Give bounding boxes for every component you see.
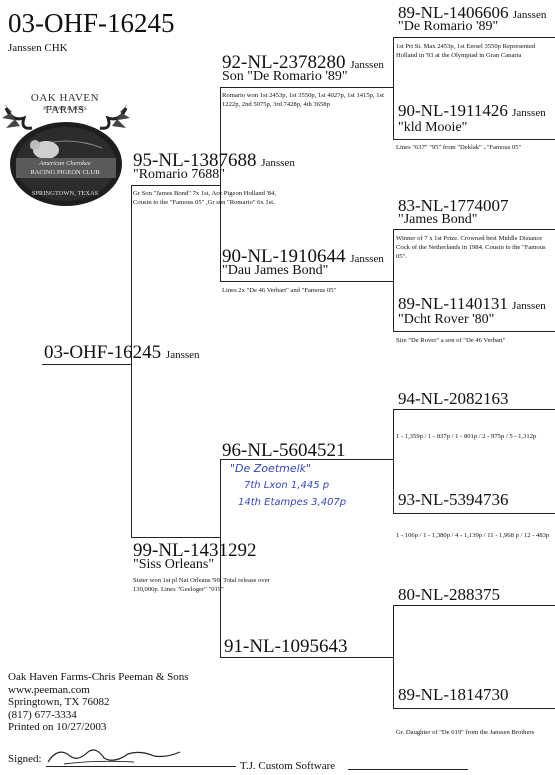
sdd-note: Sire "De Rover" a son of "De 46 Verbart" xyxy=(396,337,506,344)
handwritten-signature xyxy=(44,742,184,768)
ds-vertical xyxy=(393,410,394,514)
sire-note: Gr Son "James Bond" 7x 1st, Ace Pigeon H… xyxy=(133,190,277,206)
ssd-name: "kld Mooie" xyxy=(398,120,468,135)
dss-ring: 94-NL-2082163 xyxy=(398,389,509,408)
sdd-name: "Dcht Rover '80" xyxy=(398,312,495,327)
footer-contact: Oak Haven Farms-Chris Peeman & Sons www.… xyxy=(8,671,189,734)
ds-handwritten-result1: 7th Lxon 1,445 p xyxy=(244,480,330,491)
dsd-note: 1 - 106p / 1 - 1,380p / 4 - 1,139p / 11 … xyxy=(396,532,550,539)
logo-subtitle: PEEMAN & SONS xyxy=(43,106,87,112)
footer-address: Springtown, TX 76082 xyxy=(8,696,110,709)
ss-vertical xyxy=(393,38,394,140)
sd-vertical xyxy=(393,230,394,332)
dd-ring: 91-NL-1095643 xyxy=(224,636,348,657)
sd-underline xyxy=(220,281,394,282)
page-title: 03-OHF-16245 xyxy=(8,8,175,38)
footer-printed-date: Printed on 10/27/2003 xyxy=(8,721,107,734)
dss-note: 1 - 1,359p / 1 - 837p / 1 - 801p / 2 - 9… xyxy=(396,433,537,440)
software-credit: T.J. Custom Software xyxy=(240,760,336,772)
dds-ring: 80-NL-288375 xyxy=(398,585,500,604)
ssd-note: Lines "637" "95" from "Deklak" .."Famous… xyxy=(396,144,522,151)
dds-underline xyxy=(393,605,555,606)
dsd-underline xyxy=(393,513,555,514)
dd-vertical xyxy=(393,606,394,709)
sds-underline xyxy=(393,229,555,230)
dsd-ring: 93-NL-5394736 xyxy=(398,490,509,509)
ssd-strain: Janssen xyxy=(512,107,546,119)
sire-vertical xyxy=(220,88,221,281)
ddd-ring: 89-NL-1814730 xyxy=(398,685,509,704)
sdd-strain: Janssen xyxy=(512,300,546,312)
ddd-note: Gr. Daughter of "De 019" from the Jansse… xyxy=(396,729,535,736)
ss-name: Son "De Romario '89" xyxy=(222,69,348,84)
sss-underline xyxy=(393,37,555,38)
dam-note: Sister won 1st pl Nat Orleans '99. Total… xyxy=(133,577,270,593)
sire-underline xyxy=(131,185,221,186)
subject-strain: Janssen xyxy=(165,349,200,361)
signed-label: Signed: xyxy=(8,753,42,765)
ds-handwritten-name: "De Zoetmelk" xyxy=(230,462,312,475)
ddd-underline xyxy=(393,708,555,709)
sss-note: 1st Prt St. Max 2453p, 1st Eersel 3550p … xyxy=(396,43,536,59)
footer-phone: (817) 677-3334 xyxy=(8,708,77,721)
logo-band-line1: American Cherokee xyxy=(39,160,91,167)
sire-strain: Janssen xyxy=(261,157,295,169)
ssd-ring: 90-NL-1911426 Janssen xyxy=(398,101,546,120)
sds-note: Winner of 7 x 1st Prize. Crowned best Mi… xyxy=(396,235,546,260)
sd-strain: Janssen xyxy=(350,253,384,265)
ss-strain: Janssen xyxy=(350,59,384,71)
ds-ring: 96-NL-5604521 xyxy=(222,440,346,461)
logo-band-line2: RACING PIGEON CLUB xyxy=(30,169,100,176)
subject-underline xyxy=(42,364,132,365)
dam-underline xyxy=(131,537,221,538)
dam-name: "Siss Orleans" xyxy=(133,557,215,572)
software-line xyxy=(348,769,468,770)
dss-underline xyxy=(393,409,555,410)
ss-note: Romario won 1st 2453p, 1st 3550p, 1st 40… xyxy=(222,92,384,108)
sss-name: "De Romario '89" xyxy=(398,19,499,34)
breeder-label: Janssen CHK xyxy=(8,42,68,54)
footer-website: www.peeman.com xyxy=(8,683,90,696)
sss-strain: Janssen xyxy=(512,9,547,21)
subject-ring: 03-OHF-16245 Janssen xyxy=(44,342,200,363)
ss-underline xyxy=(220,87,394,88)
logo-title: OAK HAVEN FARMS xyxy=(30,92,100,116)
ds-handwritten-result2: 14th Etampes 3,407p xyxy=(238,497,347,508)
sds-name: "James Bond" xyxy=(398,212,478,227)
sd-note: Lines 2x "De 46 Verbart" and "Famous 05" xyxy=(222,287,337,294)
footer-company: Oak Haven Farms-Chris Peeman & Sons xyxy=(8,671,189,683)
sdd-ring: 89-NL-1140131 Janssen xyxy=(398,294,546,313)
sdd-underline xyxy=(393,331,555,332)
sire-name: "Romario 7688" xyxy=(133,167,225,182)
sd-name: "Dau James Bond" xyxy=(222,263,329,278)
logo-bottom-text: SPRINGTOWN, TEXAS xyxy=(31,190,99,197)
ssd-underline xyxy=(393,139,555,140)
